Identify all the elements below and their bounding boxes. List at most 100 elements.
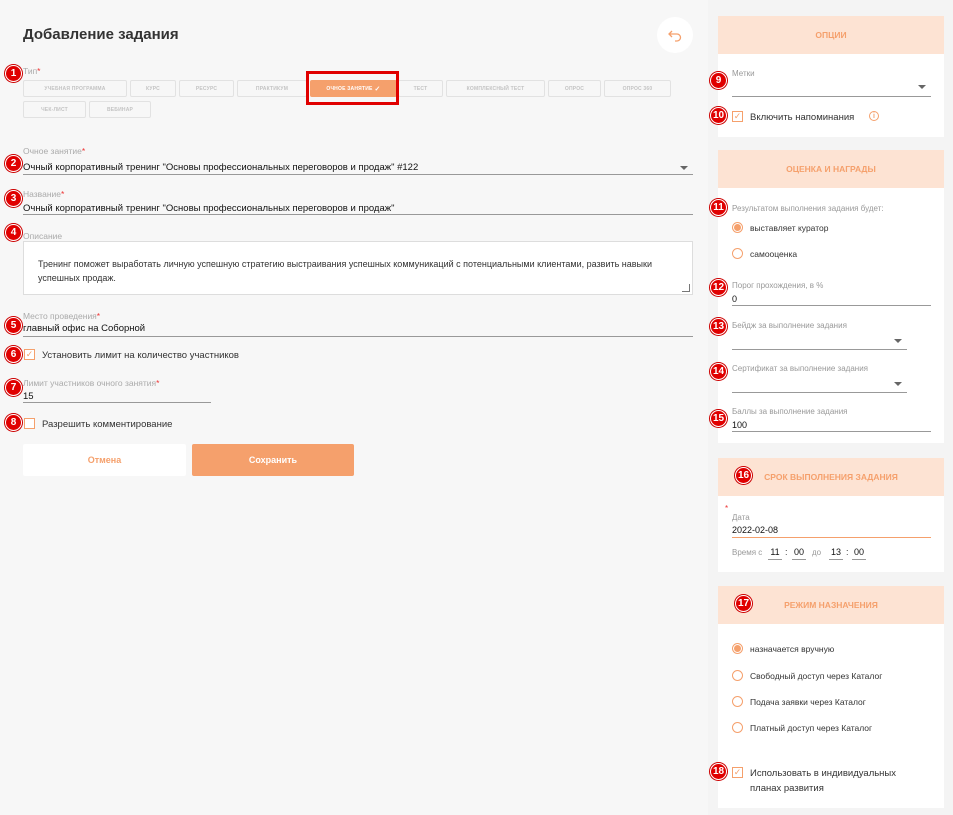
- type-tab-resource[interactable]: Ресурс: [179, 80, 234, 97]
- comments-checkbox-label: Разрешить комментирование: [42, 419, 173, 430]
- limit-input[interactable]: 15: [23, 391, 34, 402]
- type-tab-complex-test[interactable]: Комплексный тест: [446, 80, 545, 97]
- to-hour-input[interactable]: 13: [829, 547, 843, 560]
- points-label: Баллы за выполнение задания: [732, 407, 848, 416]
- check-icon: ✓: [733, 111, 742, 121]
- time-from-label: Время с: [732, 548, 763, 557]
- annotation-marker: 9: [710, 72, 727, 89]
- type-tab-test[interactable]: Тест: [398, 80, 443, 97]
- badge-label: Бейдж за выполнение задания: [732, 321, 847, 330]
- certificate-select[interactable]: [732, 392, 907, 393]
- from-minute-input[interactable]: 00: [792, 547, 806, 560]
- type-tab-survey[interactable]: Опрос: [548, 80, 601, 97]
- chevron-down-icon: [918, 85, 926, 89]
- from-hour-input[interactable]: 11: [768, 547, 782, 560]
- assign-option-label: Свободный доступ через Каталог: [750, 671, 883, 681]
- date-input[interactable]: 2022-02-08: [732, 525, 778, 535]
- annotation-marker: 14: [710, 363, 727, 380]
- result-radio-curator[interactable]: [732, 222, 743, 233]
- annotation-marker: 11: [710, 199, 727, 216]
- assign-radio-free[interactable]: [732, 670, 743, 681]
- annotation-marker: 4: [5, 224, 22, 241]
- tags-label: Метки: [732, 69, 755, 78]
- time-separator: :: [846, 547, 849, 557]
- venue-label: Место проведения*: [23, 311, 101, 321]
- points-underline: [732, 431, 931, 432]
- session-select[interactable]: Очный корпоративный тренинг "Основы проф…: [23, 162, 418, 173]
- undo-icon: [668, 30, 682, 42]
- result-radio-self[interactable]: [732, 248, 743, 259]
- session-underline: [23, 174, 693, 175]
- threshold-input[interactable]: 0: [732, 294, 737, 304]
- type-tab-course[interactable]: Курс: [130, 80, 176, 97]
- type-tab-checklist[interactable]: Чек-лист: [23, 101, 86, 118]
- certificate-label: Сертификат за выполнение задания: [732, 364, 869, 373]
- venue-input[interactable]: главный офис на Соборной: [23, 323, 145, 334]
- save-button[interactable]: Сохранить: [192, 444, 354, 476]
- assign-radio-request[interactable]: [732, 696, 743, 707]
- limit-checkbox[interactable]: ✓: [24, 349, 35, 360]
- type-label: Тип*: [23, 66, 41, 76]
- chevron-down-icon: [680, 166, 688, 170]
- chevron-down-icon: [894, 382, 902, 386]
- check-icon: ✓: [25, 349, 34, 359]
- description-textarea[interactable]: Тренинг поможет выработать личную успешн…: [23, 241, 693, 295]
- comments-checkbox[interactable]: [24, 418, 35, 429]
- name-input[interactable]: Очный корпоративный тренинг "Основы проф…: [23, 203, 394, 214]
- idp-checkbox[interactable]: ✓: [732, 767, 743, 778]
- annotation-marker: 3: [5, 190, 22, 207]
- threshold-label: Порог прохождения, в %: [732, 281, 824, 290]
- result-option-label: самооценка: [750, 249, 798, 259]
- info-icon[interactable]: i: [869, 111, 879, 121]
- required-mark: *: [725, 504, 729, 513]
- limit-underline: [23, 402, 211, 403]
- name-label: Название*: [23, 189, 65, 199]
- points-input[interactable]: 100: [732, 420, 747, 430]
- annotation-marker: 16: [735, 467, 752, 484]
- assign-radio-paid[interactable]: [732, 722, 743, 733]
- to-minute-input[interactable]: 00: [852, 547, 866, 560]
- annotation-marker: 17: [735, 595, 752, 612]
- description-line: Тренинг поможет выработать личную успешн…: [38, 259, 652, 269]
- annotation-marker: 12: [710, 279, 727, 296]
- rating-header: Оценка и награды: [718, 150, 944, 188]
- date-underline: [732, 537, 931, 538]
- annotation-marker: 15: [710, 410, 727, 427]
- annotation-marker: 8: [5, 414, 22, 431]
- assign-option-label: Платный доступ через Каталог: [750, 723, 873, 733]
- badge-select[interactable]: [732, 349, 907, 350]
- type-tab-program[interactable]: Учебная программа: [23, 80, 127, 97]
- deadline-header: Срок выполнения задания: [718, 458, 944, 496]
- annotation-marker: 13: [710, 318, 727, 335]
- result-option-label: выставляет куратор: [750, 223, 829, 233]
- type-tab-survey-360[interactable]: Опрос 360: [604, 80, 671, 97]
- main-form: Добавление задания Тип* Учебная программ…: [0, 0, 708, 815]
- cancel-button[interactable]: Отмена: [23, 444, 186, 476]
- highlight-box: [306, 71, 399, 105]
- assignment-header: Режим назначения: [718, 586, 944, 624]
- page-title: Добавление задания: [23, 26, 179, 43]
- date-label: Дата: [732, 513, 750, 522]
- assignment-panel: Режим назначения назначается вручную Сво…: [718, 586, 944, 808]
- idp-label: планах развития: [750, 783, 824, 794]
- assign-radio-manual[interactable]: [732, 643, 743, 654]
- rating-panel: Оценка и награды Результатом выполнения …: [718, 150, 944, 443]
- description-line: успешных продаж.: [38, 273, 116, 283]
- annotation-marker: 6: [5, 346, 22, 363]
- chevron-down-icon: [894, 339, 902, 343]
- options-header: Опции: [718, 16, 944, 54]
- tags-select[interactable]: [732, 96, 931, 97]
- session-label: Очное занятие*: [23, 146, 86, 156]
- type-tab-webinar[interactable]: Вебинар: [89, 101, 151, 118]
- limit-checkbox-label: Установить лимит на количество участнико…: [42, 350, 239, 361]
- resize-handle[interactable]: [682, 284, 690, 292]
- threshold-underline: [732, 305, 931, 306]
- type-tab-practicum[interactable]: Практикум: [237, 80, 307, 97]
- back-button[interactable]: [657, 17, 693, 53]
- reminders-checkbox[interactable]: ✓: [732, 111, 743, 122]
- description-label: Описание: [23, 231, 63, 241]
- result-label: Результатом выполнения задания будет:: [732, 204, 884, 213]
- assign-option-label: назначается вручную: [750, 644, 835, 654]
- venue-underline: [23, 336, 693, 337]
- annotation-marker: 10: [710, 107, 727, 124]
